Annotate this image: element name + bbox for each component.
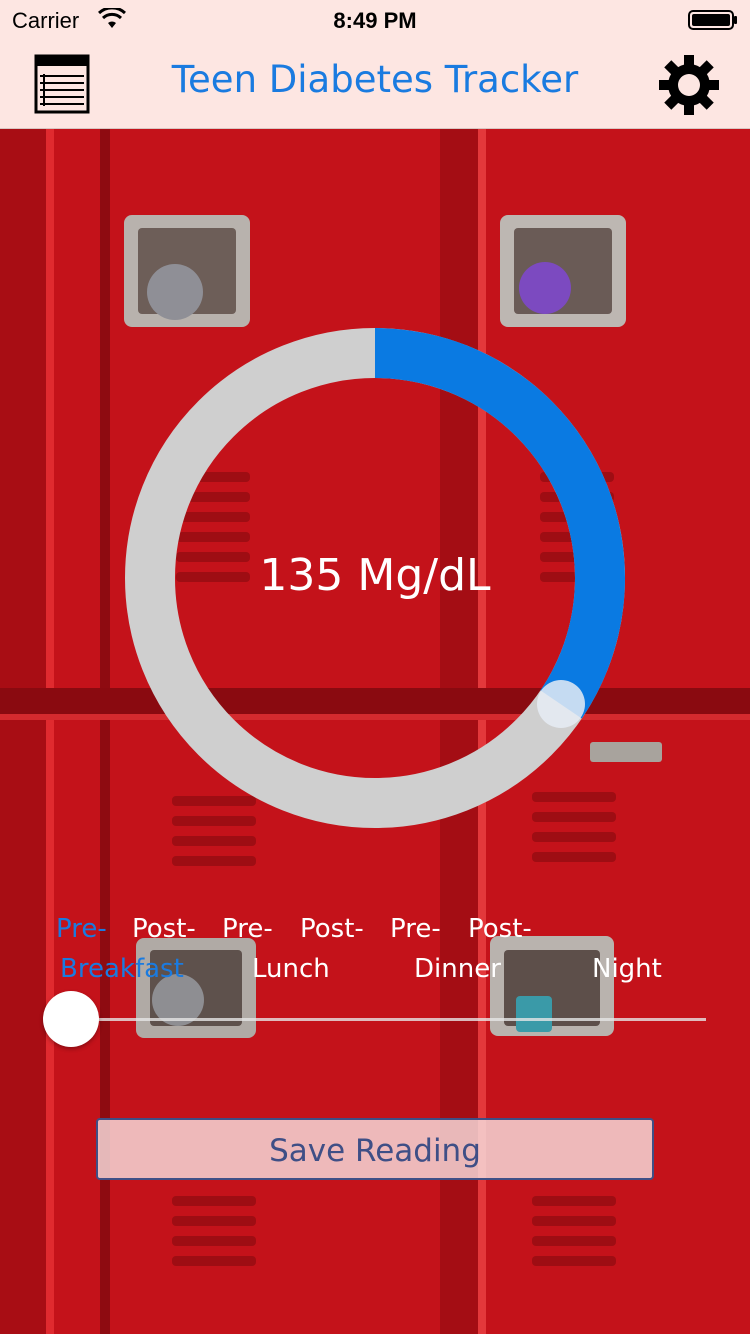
meal-label-line1: Post- bbox=[132, 914, 196, 944]
page-title: Teen Diabetes Tracker bbox=[171, 58, 579, 101]
status-time: 8:49 PM bbox=[333, 8, 417, 33]
meal-time-slider[interactable] bbox=[70, 1018, 706, 1021]
battery-icon bbox=[688, 10, 737, 30]
meal-label-line1: Pre- bbox=[56, 914, 107, 944]
gear-icon[interactable] bbox=[658, 54, 720, 116]
save-reading-button[interactable]: Save Reading bbox=[96, 1118, 654, 1180]
meal-label-line2: Lunch bbox=[252, 954, 330, 984]
meal-label-line2: Night bbox=[592, 954, 662, 984]
glucose-reading: 135 Mg/dL bbox=[259, 550, 491, 601]
meal-label-line1: Pre- bbox=[390, 914, 441, 944]
status-bar: Carrier 8:49 PM bbox=[0, 0, 750, 40]
meal-label-line1: Post- bbox=[468, 914, 532, 944]
meal-label-line2: Dinner bbox=[414, 954, 501, 984]
meal-label-line2: Breakfast bbox=[60, 954, 184, 984]
meal-label-line1: Pre- bbox=[222, 914, 273, 944]
slider-thumb[interactable] bbox=[43, 991, 99, 1047]
gauge-fill bbox=[374, 328, 625, 719]
meal-label-line1: Post- bbox=[300, 914, 364, 944]
navigation-bar: Teen Diabetes Tracker bbox=[0, 40, 750, 129]
